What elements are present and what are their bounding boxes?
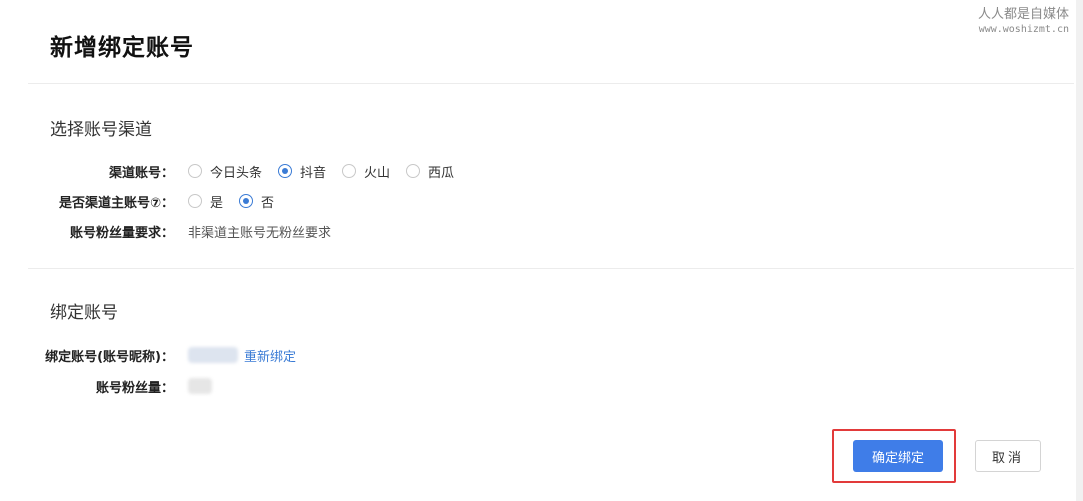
main-account-row: 是否渠道主账号⑦： 是 否 bbox=[0, 191, 290, 211]
radio-checked-icon bbox=[239, 194, 254, 208]
fans-requirement-value: 非渠道主账号无粉丝要求 bbox=[188, 225, 332, 241]
bind-section-title: 绑定账号 bbox=[50, 303, 118, 323]
watermark: 人人都是自媒体 www.woshizmt.cn bbox=[978, 7, 1069, 37]
fans-count-label: 账号粉丝量： bbox=[95, 380, 174, 396]
fans-requirement-label: 账号粉丝量要求： bbox=[69, 225, 174, 241]
channel-radio-group: 今日头条 抖音 火山 西瓜 bbox=[188, 162, 470, 181]
channel-account-row: 渠道账号： 今日头条 抖音 火山 西瓜 bbox=[0, 161, 470, 181]
fans-count-row: 账号粉丝量： bbox=[0, 376, 212, 396]
main-account-radio-group: 是 否 bbox=[188, 192, 290, 211]
bound-account-label: 绑定账号(账号昵称)： bbox=[45, 349, 174, 365]
cancel-button[interactable]: 取消 bbox=[975, 440, 1041, 472]
radio-option-yes[interactable]: 是 bbox=[188, 192, 223, 211]
radio-option-huoshan[interactable]: 火山 bbox=[342, 162, 390, 181]
watermark-brand: 人人都是自媒体 bbox=[977, 7, 1069, 22]
radio-option-douyin[interactable]: 抖音 bbox=[278, 162, 326, 181]
scrollbar[interactable] bbox=[1076, 0, 1083, 501]
main-account-label: 是否渠道主账号⑦： bbox=[58, 195, 174, 211]
radio-unchecked-icon bbox=[188, 164, 202, 178]
radio-unchecked-icon bbox=[406, 164, 421, 178]
watermark-url: www.woshizmt.cn bbox=[978, 24, 1069, 35]
radio-unchecked-icon bbox=[342, 164, 357, 178]
fans-count-redacted bbox=[188, 378, 212, 394]
radio-option-toutiao[interactable]: 今日头条 bbox=[188, 162, 262, 181]
radio-label: 西瓜 bbox=[428, 165, 455, 181]
radio-unchecked-icon bbox=[188, 194, 202, 208]
radio-label: 火山 bbox=[364, 165, 391, 181]
radio-checked-icon bbox=[278, 164, 293, 178]
bound-account-row: 绑定账号(账号昵称)： 重新绑定 bbox=[0, 345, 296, 365]
account-nickname-redacted bbox=[188, 347, 238, 363]
radio-label: 是 bbox=[210, 195, 224, 211]
bind-account-dialog: 人人都是自媒体 www.woshizmt.cn 新增绑定账号 选择账号渠道 渠道… bbox=[0, 0, 1083, 501]
dialog-title: 新增绑定账号 bbox=[50, 35, 194, 61]
radio-option-xigua[interactable]: 西瓜 bbox=[406, 162, 454, 181]
radio-label: 抖音 bbox=[300, 165, 327, 181]
fans-requirement-row: 账号粉丝量要求： 非渠道主账号无粉丝要求 bbox=[0, 221, 331, 241]
radio-label: 否 bbox=[261, 195, 275, 211]
header-divider bbox=[28, 83, 1074, 84]
radio-label: 今日头条 bbox=[210, 165, 263, 181]
channel-account-label: 渠道账号： bbox=[108, 165, 174, 181]
confirm-bind-button[interactable]: 确定绑定 bbox=[853, 440, 943, 472]
radio-option-no[interactable]: 否 bbox=[239, 192, 274, 211]
section-divider bbox=[28, 268, 1074, 269]
channel-section-title: 选择账号渠道 bbox=[50, 120, 152, 140]
rebind-link[interactable]: 重新绑定 bbox=[244, 346, 296, 365]
